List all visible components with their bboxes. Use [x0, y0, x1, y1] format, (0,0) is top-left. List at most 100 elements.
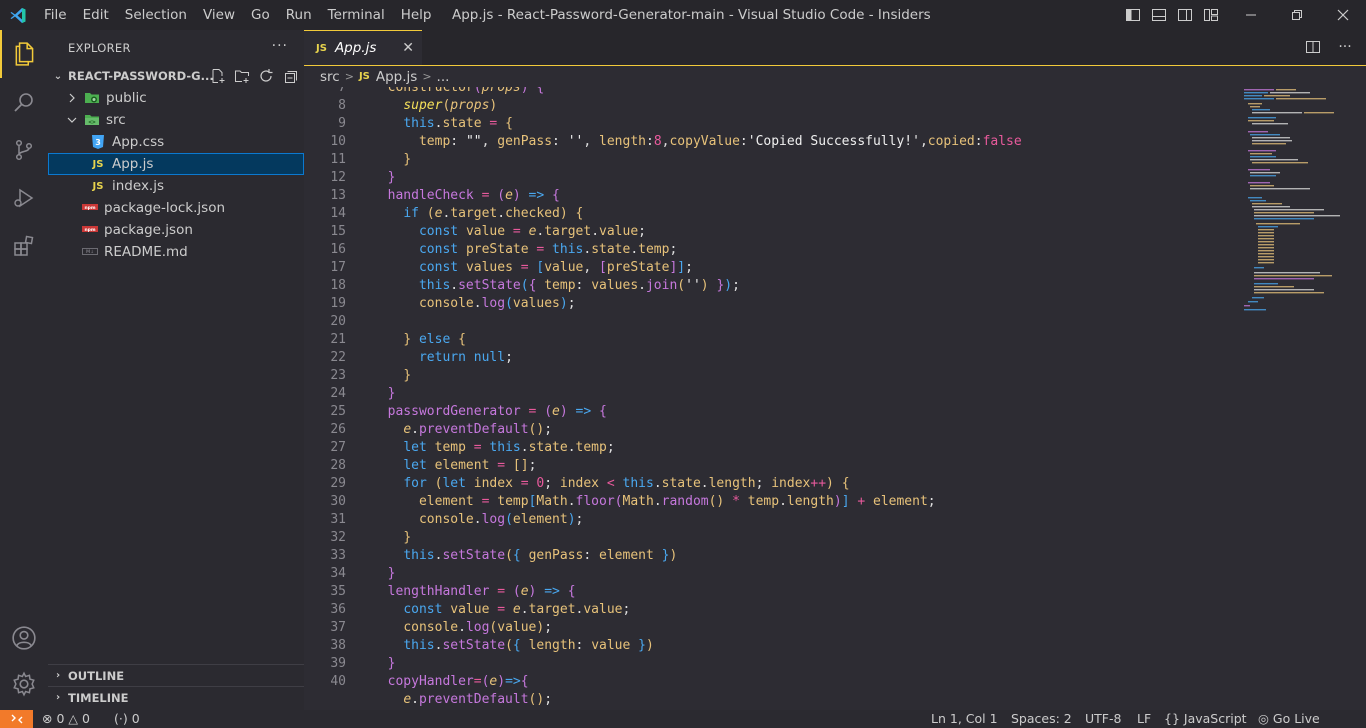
tree-item-app-css[interactable]: 3 App.css — [48, 131, 304, 153]
broadcast-icon: (·) — [114, 711, 128, 726]
line-number: 9 — [338, 116, 346, 131]
toggle-primary-sidebar-icon[interactable] — [1124, 6, 1142, 24]
extensions-icon[interactable] — [0, 222, 48, 270]
explorer-title: EXPLORER — [68, 40, 131, 55]
code-text: const value = e.target.value; — [418, 224, 646, 239]
indentation[interactable]: Spaces: 2 — [1011, 710, 1072, 728]
code-text: constructor(props) { — [387, 87, 545, 95]
tab-label: App.js — [334, 40, 377, 56]
language-mode[interactable]: {} JavaScript — [1164, 710, 1247, 728]
tree-item-package-json[interactable]: npm package.json — [48, 219, 304, 241]
more-actions-icon[interactable]: ··· — [272, 38, 288, 54]
tree-item-src[interactable]: <> src — [48, 109, 304, 131]
new-folder-icon[interactable] — [233, 67, 250, 84]
code-text: console.log(element); — [418, 512, 584, 527]
restore-icon[interactable] — [1274, 0, 1320, 30]
breadcrumb-file[interactable]: App.js — [376, 69, 417, 85]
tree-item-label: public — [106, 90, 147, 106]
tree-item-label: App.css — [112, 134, 165, 150]
timeline-section[interactable]: › TIMELINE — [48, 686, 304, 708]
code-line: 26 e.preventDefault(); — [304, 421, 1244, 439]
problems-indicator[interactable]: ⊗ 0 △ 0 — [42, 710, 90, 728]
end-of-line[interactable]: LF — [1137, 710, 1151, 728]
error-count: 0 — [56, 711, 65, 726]
encoding[interactable]: UTF-8 — [1085, 710, 1121, 728]
collapse-all-icon[interactable] — [281, 67, 298, 84]
code-line: 36 const value = e.target.value; — [304, 601, 1244, 619]
title-bar: File Edit Selection View Go Run Terminal… — [0, 0, 1366, 30]
code-line: 8 super(props) — [304, 97, 1244, 115]
line-number: 23 — [330, 368, 346, 383]
cursor-position[interactable]: Ln 1, Col 1 — [931, 710, 998, 728]
code-text: passwordGenerator = (e) => { — [387, 404, 607, 419]
vscode-logo-icon — [0, 0, 36, 30]
svg-text:3: 3 — [95, 138, 101, 147]
new-file-icon[interactable] — [209, 67, 226, 84]
ports-indicator[interactable]: (·) 0 — [114, 710, 140, 728]
error-icon: ⊗ — [42, 711, 53, 726]
go-live-button[interactable]: ◎ Go Live — [1258, 710, 1320, 728]
chevron-right-icon — [64, 90, 80, 106]
explorer-icon[interactable] — [0, 30, 48, 78]
tree-item-label: App.js — [112, 156, 154, 172]
chevron-down-icon — [64, 112, 80, 128]
tree-item-app-js[interactable]: JS App.js — [48, 153, 304, 175]
markdown-file-icon: M↓ — [82, 244, 98, 260]
split-editor-icon[interactable] — [1304, 38, 1322, 56]
code-line: 9 this.state = { — [304, 115, 1244, 133]
close-tab-icon[interactable]: ✕ — [402, 40, 414, 56]
search-icon[interactable] — [0, 78, 48, 126]
tree-item-package-lock-json[interactable]: npm package-lock.json — [48, 197, 304, 219]
line-number: 40 — [330, 674, 346, 689]
breadcrumb-folder[interactable]: src — [320, 69, 340, 85]
menu-help[interactable]: Help — [393, 0, 440, 30]
tree-item-index-js[interactable]: JS index.js — [48, 175, 304, 197]
customize-layout-icon[interactable] — [1202, 6, 1220, 24]
manage-gear-icon[interactable] — [0, 660, 48, 708]
line-number: 12 — [330, 170, 346, 185]
refresh-icon[interactable] — [257, 67, 274, 84]
tab-bar: JS App.js ✕ ··· — [304, 30, 1366, 65]
line-number: 31 — [330, 512, 346, 527]
menu-terminal[interactable]: Terminal — [320, 0, 393, 30]
menu-file[interactable]: File — [36, 0, 75, 30]
tree-item-public[interactable]: public — [48, 87, 304, 109]
menu-run[interactable]: Run — [278, 0, 320, 30]
remote-indicator-icon[interactable] — [0, 710, 33, 728]
outline-title: OUTLINE — [68, 668, 125, 683]
chevron-right-icon: > — [344, 70, 354, 83]
line-number: 10 — [330, 134, 346, 149]
close-window-icon[interactable] — [1320, 0, 1366, 30]
project-name: REACT-PASSWORD-G... — [68, 69, 214, 83]
code-text: element = temp[Math.floor(Math.random() … — [418, 494, 936, 509]
menu-go[interactable]: Go — [243, 0, 278, 30]
go-live-label: Go Live — [1272, 711, 1320, 726]
menu-edit[interactable]: Edit — [75, 0, 117, 30]
line-number: 7 — [338, 87, 346, 95]
code-text: } else { — [403, 332, 466, 347]
project-root[interactable]: ⌄ REACT-PASSWORD-G... — [48, 65, 304, 87]
code-editor[interactable]: 7 constructor(props) { 8 super(props) 9 … — [304, 87, 1244, 710]
minimap[interactable] — [1242, 87, 1366, 710]
run-debug-icon[interactable] — [0, 174, 48, 222]
line-number: 16 — [330, 242, 346, 257]
menu-view[interactable]: View — [195, 0, 243, 30]
code-text: } — [403, 368, 412, 383]
code-text: console.log(values); — [418, 296, 576, 311]
code-line: 32 } — [304, 529, 1244, 547]
breadcrumb-symbol[interactable]: ... — [437, 69, 450, 85]
layout-controls — [1124, 0, 1220, 30]
minimize-icon[interactable] — [1228, 0, 1274, 30]
outline-section[interactable]: › OUTLINE — [48, 664, 304, 686]
tree-item-readme-md[interactable]: M↓ README.md — [48, 241, 304, 263]
npm-file-icon: npm — [82, 222, 98, 238]
accounts-icon[interactable] — [0, 614, 48, 662]
tab-app-js[interactable]: JS App.js ✕ — [304, 30, 422, 65]
more-actions-icon[interactable]: ··· — [1336, 38, 1354, 56]
toggle-secondary-sidebar-icon[interactable] — [1176, 6, 1194, 24]
folder-src-icon: <> — [84, 112, 100, 128]
menu-selection[interactable]: Selection — [117, 0, 195, 30]
source-control-icon[interactable] — [0, 126, 48, 174]
toggle-panel-icon[interactable] — [1150, 6, 1168, 24]
tree-item-label: package-lock.json — [104, 200, 226, 216]
